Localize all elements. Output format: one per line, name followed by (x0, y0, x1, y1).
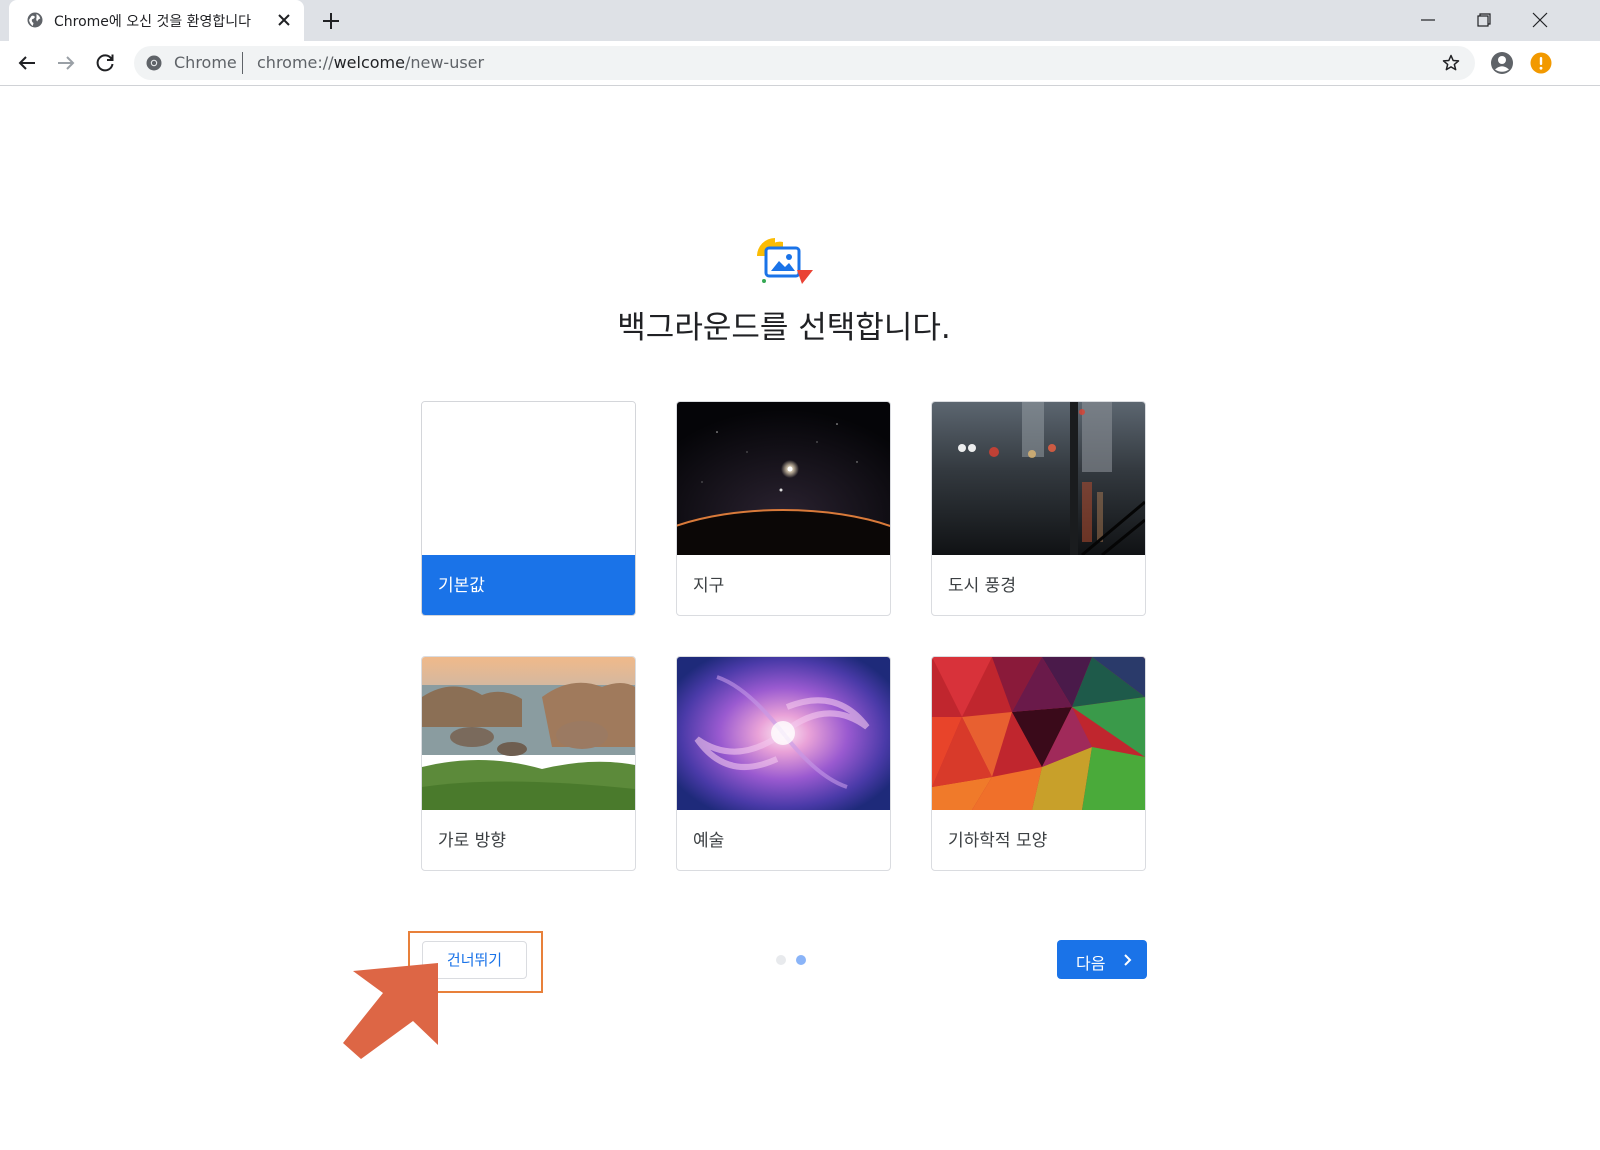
toolbar: Chrome chrome://welcome/new-user (0, 41, 1600, 86)
tab-welcome[interactable]: Chrome에 오신 것을 환영합니다 (9, 0, 304, 41)
bookmark-star-icon[interactable] (1441, 53, 1461, 73)
url-text[interactable]: chrome://welcome/new-user (257, 53, 484, 72)
close-icon[interactable] (275, 11, 293, 29)
background-card-default[interactable]: 기본값 (421, 401, 636, 616)
chevron-right-icon (1124, 954, 1132, 966)
url-path: /new-user (404, 53, 485, 72)
omnibox-separator (242, 52, 243, 74)
update-alert-icon[interactable] (1530, 52, 1552, 74)
restore-icon[interactable] (1472, 8, 1496, 32)
back-icon[interactable] (15, 51, 39, 75)
step-indicator (776, 955, 810, 965)
background-card-label: 예술 (693, 831, 725, 851)
next-button[interactable]: 다음 (1057, 940, 1147, 979)
geometric-thumbnail (932, 657, 1145, 810)
landscape-thumbnail (422, 657, 635, 810)
background-card-label: 기본값 (422, 555, 635, 615)
url-scheme: chrome:// (257, 53, 334, 72)
annotation-arrow-icon (343, 963, 438, 1059)
background-card-label: 지구 (693, 576, 725, 596)
url-host: welcome (333, 53, 405, 72)
cityscape-thumbnail (932, 402, 1145, 555)
profile-icon[interactable] (1490, 51, 1514, 75)
globe-icon (27, 12, 43, 28)
minimize-icon[interactable] (1416, 8, 1440, 32)
chrome-icon (146, 55, 162, 71)
omnibox[interactable]: Chrome chrome://welcome/new-user (134, 46, 1475, 80)
earth-thumbnail (677, 402, 890, 555)
page-title: 백그라운드를 선택합니다. (617, 310, 951, 346)
next-button-label: 다음 (1076, 954, 1106, 973)
tab-title: Chrome에 오신 것을 환영합니다 (54, 14, 252, 30)
window-close-icon[interactable] (1528, 8, 1552, 32)
background-card-label: 가로 방향 (438, 831, 506, 851)
background-card-label: 기하학적 모양 (948, 831, 1048, 851)
background-picker-icon (757, 238, 813, 284)
background-card-earth[interactable]: 지구 (676, 401, 891, 616)
omnibox-chip: Chrome (174, 53, 237, 72)
background-card-label: 도시 풍경 (948, 576, 1016, 596)
background-card-cityscape[interactable]: 도시 풍경 (931, 401, 1146, 616)
step-dot-active (796, 955, 806, 965)
background-thumbnail (422, 402, 635, 555)
reload-icon[interactable] (93, 51, 117, 75)
background-card-landscape[interactable]: 가로 방향 (421, 656, 636, 871)
background-card-geometric[interactable]: 기하학적 모양 (931, 656, 1146, 871)
forward-icon[interactable] (54, 51, 78, 75)
background-card-art[interactable]: 예술 (676, 656, 891, 871)
step-dot (776, 955, 786, 965)
tab-strip: Chrome에 오신 것을 환영합니다 (0, 0, 1600, 41)
galaxy-thumbnail (677, 657, 890, 810)
new-tab-icon[interactable] (320, 10, 342, 32)
